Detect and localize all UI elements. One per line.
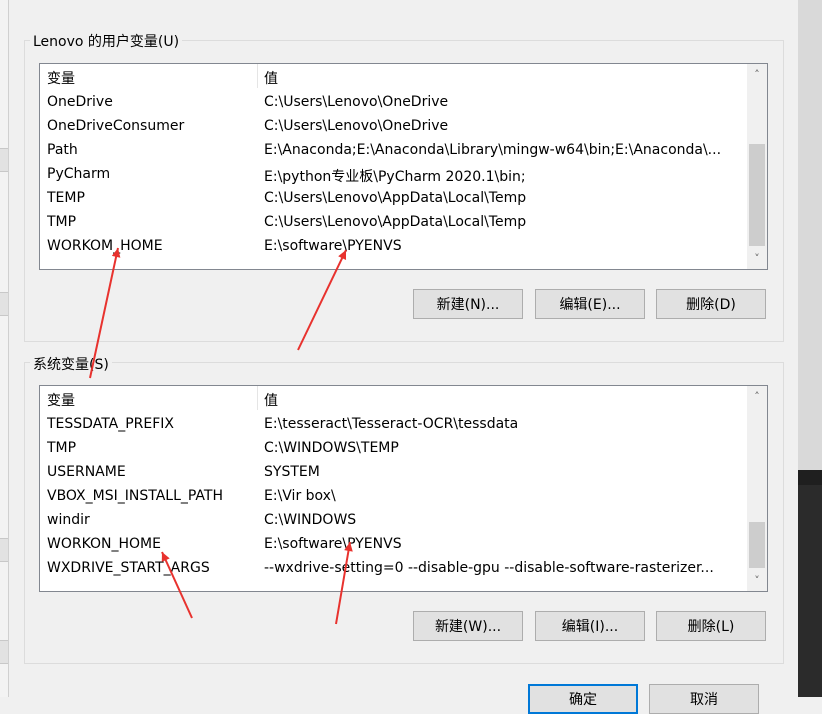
- variable-name: TMP: [47, 214, 77, 230]
- variable-value: C:\Users\Lenovo\OneDrive: [264, 94, 449, 110]
- scrollbar-thumb[interactable]: [749, 522, 765, 568]
- background-window-edge: [0, 0, 9, 697]
- variable-value: --wxdrive-setting=0 --disable-gpu --disa…: [264, 560, 714, 576]
- background-band: [0, 292, 8, 316]
- list-item[interactable]: OneDriveConsumer C:\Users\Lenovo\OneDrive: [40, 115, 745, 139]
- list-item[interactable]: WORKOM_HOME E:\software\PYENVS: [40, 235, 745, 259]
- ok-button[interactable]: 确定: [528, 684, 638, 714]
- variable-value: SYSTEM: [264, 464, 320, 480]
- variable-value: E:\Vir box\: [264, 488, 336, 504]
- vertical-scrollbar[interactable]: ˄ ˅: [747, 386, 767, 591]
- variable-value: C:\Users\Lenovo\AppData\Local\Temp: [264, 190, 527, 206]
- variable-value: E:\python专业板\PyCharm 2020.1\bin;: [264, 169, 526, 185]
- variable-name: VBOX_MSI_INSTALL_PATH: [47, 488, 223, 504]
- list-item[interactable]: WXDRIVE_START_ARGS --wxdrive-setting=0 --…: [40, 557, 745, 581]
- list-item[interactable]: VBOX_MSI_INSTALL_PATH E:\Vir box\: [40, 485, 745, 509]
- list-item[interactable]: TMP C:\WINDOWS\TEMP: [40, 437, 745, 461]
- background-window-right: [798, 0, 822, 697]
- variable-name: TMP: [47, 440, 77, 456]
- list-item[interactable]: TEMP C:\Users\Lenovo\AppData\Local\Temp: [40, 187, 745, 211]
- variable-name: TESSDATA_PREFIX: [47, 416, 175, 432]
- user-delete-button[interactable]: 删除(D): [656, 289, 766, 319]
- list-item[interactable]: TMP C:\Users\Lenovo\AppData\Local\Temp: [40, 211, 745, 235]
- system-variables-list[interactable]: 变量 值 TESSDATA_PREFIX E:\tesseract\Tessera…: [39, 385, 768, 592]
- list-header: 变量 值: [40, 386, 745, 410]
- variable-name: OneDrive: [47, 94, 113, 110]
- variable-value: E:\tesseract\Tesseract-OCR\tessdata: [264, 416, 519, 432]
- variable-value: C:\WINDOWS: [264, 512, 357, 528]
- variable-value: C:\Users\Lenovo\AppData\Local\Temp: [264, 214, 527, 230]
- variable-value: E:\software\PYENVS: [264, 536, 402, 552]
- list-item[interactable]: Path E:\Anaconda;E:\Anaconda\Library\ming…: [40, 139, 745, 163]
- chevron-down-icon[interactable]: ˅: [747, 570, 767, 590]
- scrollbar-thumb[interactable]: [749, 144, 765, 246]
- system-edit-button[interactable]: 编辑(I)...: [535, 611, 645, 641]
- list-item[interactable]: USERNAME SYSTEM: [40, 461, 745, 485]
- chevron-up-icon[interactable]: ˄: [747, 386, 767, 406]
- variable-value: C:\WINDOWS\TEMP: [264, 440, 399, 456]
- variable-value: C:\Users\Lenovo\OneDrive: [264, 118, 449, 134]
- cancel-button[interactable]: 取消: [649, 684, 759, 714]
- chevron-up-icon[interactable]: ˄: [747, 64, 767, 84]
- system-variables-title: 系统变量(S): [30, 354, 112, 374]
- variable-name: USERNAME: [47, 464, 126, 480]
- variable-name: windir: [47, 512, 90, 528]
- system-new-button[interactable]: 新建(W)...: [413, 611, 523, 641]
- variable-name: Path: [47, 142, 78, 158]
- variable-name: WORKOM_HOME: [47, 238, 163, 254]
- variable-name: TEMP: [47, 190, 85, 206]
- column-header-name[interactable]: 变量: [47, 390, 75, 410]
- list-item[interactable]: PyCharm E:\python专业板\PyCharm 2020.1\bin;: [40, 163, 745, 187]
- chevron-down-icon[interactable]: ˅: [747, 248, 767, 268]
- variable-name: WXDRIVE_START_ARGS: [47, 560, 210, 576]
- background-band: [0, 148, 8, 172]
- background-band: [0, 640, 8, 664]
- variable-value: E:\software\PYENVS: [264, 238, 402, 254]
- column-header-name[interactable]: 变量: [47, 68, 75, 88]
- user-edit-button[interactable]: 编辑(E)...: [535, 289, 645, 319]
- user-variables-list[interactable]: 变量 值 OneDrive C:\Users\Lenovo\OneDrive One…: [39, 63, 768, 270]
- variable-name: WORKON_HOME: [47, 536, 161, 552]
- list-item[interactable]: WORKON_HOME E:\software\PYENVS: [40, 533, 745, 557]
- system-delete-button[interactable]: 删除(L): [656, 611, 766, 641]
- list-item[interactable]: TESSDATA_PREFIX E:\tesseract\Tesseract-OC…: [40, 413, 745, 437]
- column-header-value[interactable]: 值: [264, 390, 278, 410]
- column-header-value[interactable]: 值: [264, 68, 278, 88]
- list-item[interactable]: windir C:\WINDOWS: [40, 509, 745, 533]
- variable-value: E:\Anaconda;E:\Anaconda\Library\mingw-w6…: [264, 142, 722, 158]
- user-variables-title: Lenovo 的用户变量(U): [30, 31, 183, 51]
- list-item[interactable]: OneDrive C:\Users\Lenovo\OneDrive: [40, 91, 745, 115]
- variable-name: OneDriveConsumer: [47, 118, 185, 134]
- list-header: 变量 值: [40, 64, 745, 88]
- background-band: [0, 538, 8, 562]
- variable-name: PyCharm: [47, 166, 111, 182]
- user-new-button[interactable]: 新建(N)...: [413, 289, 523, 319]
- vertical-scrollbar[interactable]: ˄ ˅: [747, 64, 767, 269]
